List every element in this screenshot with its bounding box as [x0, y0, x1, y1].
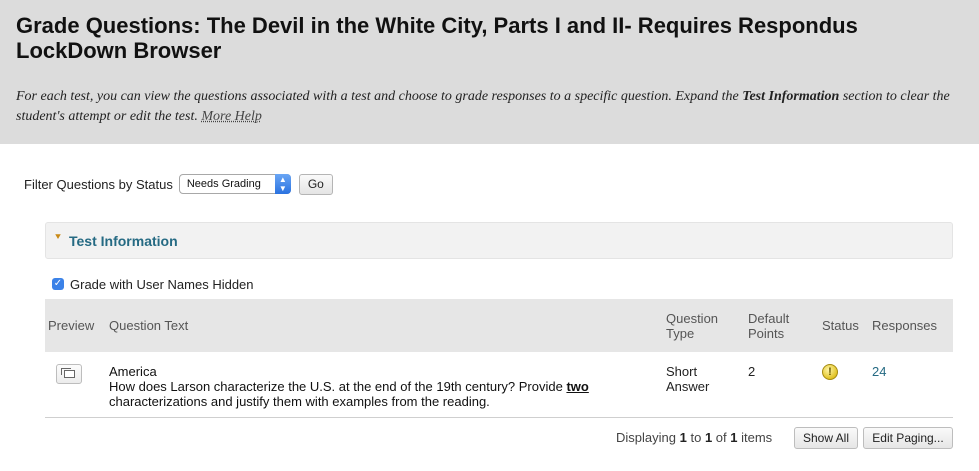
grid-header: Preview Question Text Question Type Defa…	[45, 299, 953, 352]
header-question-type[interactable]: Question Type	[666, 311, 736, 341]
header-default-points[interactable]: Default Points	[748, 311, 808, 341]
question-text-2: characterizations and justify them with …	[109, 394, 490, 409]
header-preview: Preview	[48, 318, 95, 333]
pagination-footer: Displaying 1 to 1 of 1 items Show All Ed…	[0, 427, 979, 449]
more-help-link[interactable]: More Help	[201, 109, 262, 124]
displaying-prefix: Displaying	[616, 430, 676, 445]
edit-paging-button[interactable]: Edit Paging...	[863, 427, 953, 449]
displaying-to: 1	[704, 430, 713, 445]
responses-link[interactable]: 24	[872, 364, 886, 379]
displaying-of-word: of	[715, 430, 727, 445]
displaying-total: 1	[730, 430, 738, 445]
preview-button[interactable]	[56, 364, 82, 384]
displaying-count: Displaying 1 to 1 of 1 items	[616, 430, 772, 445]
displaying-from: 1	[679, 430, 687, 445]
needs-grading-icon: !	[822, 364, 838, 380]
grade-hidden-row: ✓ Grade with User Names Hidden	[52, 276, 254, 292]
go-button[interactable]: Go	[298, 173, 333, 195]
displaying-to-word: to	[690, 430, 702, 445]
default-points: 2	[748, 364, 756, 379]
preview-icon	[61, 368, 75, 378]
filter-label: Filter Questions by Status	[24, 176, 173, 192]
status-filter-select[interactable]: Needs Grading ▲ ▼	[178, 174, 291, 194]
question-text-1: How does Larson characterize the U.S. at…	[109, 379, 567, 394]
question-text-emphasis: two	[566, 379, 589, 394]
status-filter-value: Needs Grading	[186, 178, 261, 190]
page-instructions: For each test, you can view the question…	[16, 87, 966, 127]
instructions-text-1: For each test, you can view the question…	[16, 89, 743, 104]
test-information-section[interactable]: ⯆ Test Information	[45, 222, 953, 259]
page-title: Grade Questions: The Devil in the White …	[16, 13, 858, 63]
header-question-text[interactable]: Question Text	[109, 318, 188, 333]
question-type-line1: Short	[666, 364, 698, 379]
test-information-title[interactable]: Test Information	[69, 233, 178, 249]
question-type: Short Answer	[666, 364, 709, 394]
page-header: Grade Questions: The Devil in the White …	[0, 0, 979, 144]
question-text: How does Larson characterize the U.S. at…	[109, 379, 609, 409]
displaying-items-word: items	[741, 430, 773, 445]
chevron-down-icon: ⯆	[54, 232, 62, 243]
grade-hidden-checkbox[interactable]: ✓	[52, 278, 64, 290]
question-type-line2: Answer	[666, 379, 710, 394]
questions-grid: Preview Question Text Question Type Defa…	[45, 299, 953, 418]
grade-hidden-label[interactable]: Grade with User Names Hidden	[70, 277, 254, 292]
table-row: America How does Larson characterize the…	[45, 352, 953, 418]
header-status: Status	[822, 318, 859, 333]
header-responses[interactable]: Responses	[872, 318, 937, 333]
show-all-button[interactable]: Show All	[794, 427, 858, 449]
filter-row: Filter Questions by Status Needs Grading…	[24, 173, 333, 195]
instructions-bold: Test Information	[742, 89, 840, 104]
select-arrows-icon: ▲ ▼	[274, 174, 291, 194]
question-title: America	[109, 364, 157, 379]
